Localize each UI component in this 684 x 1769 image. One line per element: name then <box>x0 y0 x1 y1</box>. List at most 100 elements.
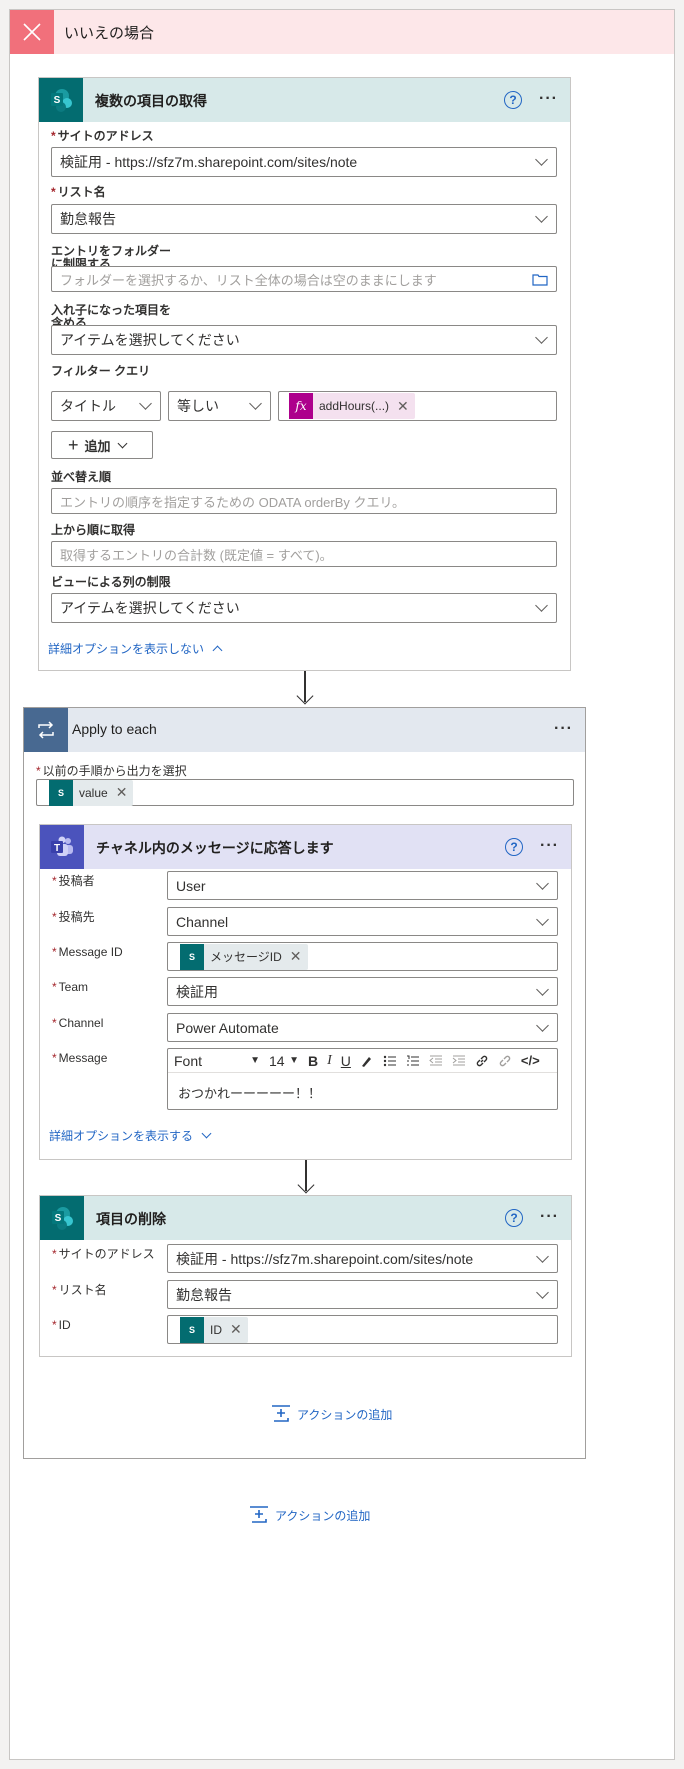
view-limit-dropdown[interactable]: アイテムを選択してください <box>51 593 557 623</box>
teams-reply-header[interactable]: T チャネル内のメッセージに応答します ? ··· <box>40 825 571 869</box>
value-token[interactable]: S value ✕ <box>49 779 134 806</box>
teams-icon: T <box>40 825 84 869</box>
arrow-down-icon <box>296 687 314 705</box>
expression-token[interactable]: fx addHours(...) ✕ <box>289 393 415 419</box>
no-branch-container: いいえの場合 S 複数の項目の取得 ? ··· * サイトのアドレス 検証用 - … <box>9 9 675 1760</box>
link-icon[interactable] <box>475 1054 489 1068</box>
font-size-select[interactable]: 14 ▼ <box>269 1053 299 1069</box>
filter-operator-dropdown[interactable]: 等しい <box>168 391 271 421</box>
help-icon[interactable]: ? <box>505 1209 523 1227</box>
remove-token-icon[interactable]: ✕ <box>397 398 409 415</box>
font-family-select[interactable]: Font ▼ <box>174 1053 260 1069</box>
chevron-down-icon <box>536 983 549 996</box>
numbered-list-icon[interactable] <box>406 1055 420 1067</box>
post-in-dropdown[interactable]: Channel <box>167 907 558 936</box>
no-branch-title: いいえの場合 <box>64 25 155 42</box>
id-token[interactable]: S ID ✕ <box>180 1316 248 1343</box>
code-view-icon[interactable]: </> <box>521 1053 540 1068</box>
message-label: * Message <box>52 1051 108 1065</box>
more-options-icon[interactable]: ··· <box>539 90 558 108</box>
increase-indent-icon[interactable] <box>452 1055 466 1067</box>
chevron-down-icon <box>139 397 152 410</box>
sharepoint-icon: S <box>49 779 73 806</box>
italic-icon[interactable]: I <box>327 1053 332 1069</box>
select-output-label: * 以前の手順から出力を選択 <box>36 764 187 778</box>
order-by-input[interactable]: エントリの順序を指定するための ODATA orderBy クエリ。 <box>51 488 557 514</box>
chevron-down-icon <box>201 1128 212 1139</box>
loop-icon <box>24 708 68 752</box>
message-id-input[interactable]: S メッセージID ✕ <box>167 942 558 971</box>
top-count-input[interactable]: 取得するエントリの合計数 (既定値 = すべて)。 <box>51 541 557 567</box>
delete-item-card: S 項目の削除 ? ··· * サイトのアドレス 検証用 - https://sf… <box>39 1195 572 1357</box>
apply-to-each-container: Apply to each ··· * 以前の手順から出力を選択 S value … <box>23 707 586 1459</box>
hide-advanced-options-link[interactable]: 詳細オプションを表示しない <box>48 640 223 657</box>
chevron-up-icon <box>212 645 223 656</box>
fx-icon: fx <box>289 393 313 419</box>
svg-text:S: S <box>55 1213 62 1224</box>
chevron-down-icon <box>536 1286 549 1299</box>
add-action-button-inner[interactable]: アクションの追加 <box>271 1404 392 1424</box>
chevron-down-icon <box>536 1019 549 1032</box>
more-options-icon[interactable]: ··· <box>540 1208 559 1226</box>
select-output-input[interactable]: S value ✕ <box>36 779 574 806</box>
add-filter-button[interactable]: + 追加 <box>51 431 153 459</box>
site-address-label: * サイトのアドレス <box>52 1247 155 1261</box>
channel-label: * Channel <box>52 1016 104 1030</box>
sharepoint-icon: S <box>40 1196 84 1240</box>
get-items-title: 複数の項目の取得 <box>95 93 207 109</box>
svg-text:T: T <box>54 843 60 854</box>
poster-dropdown[interactable]: User <box>167 871 558 900</box>
message-id-token[interactable]: S メッセージID ✕ <box>180 943 308 970</box>
chevron-down-icon <box>535 599 548 612</box>
chevron-down-icon <box>249 397 262 410</box>
chevron-down-icon <box>535 153 548 166</box>
sharepoint-icon: S <box>180 1316 204 1343</box>
remove-token-icon[interactable]: ✕ <box>290 948 302 965</box>
no-branch-header[interactable]: いいえの場合 <box>10 10 674 54</box>
site-address-dropdown[interactable]: 検証用 - https://sfz7m.sharepoint.com/sites… <box>167 1244 558 1273</box>
site-address-dropdown[interactable]: 検証用 - https://sfz7m.sharepoint.com/sites… <box>51 147 557 177</box>
team-dropdown[interactable]: 検証用 <box>167 977 558 1006</box>
add-action-icon <box>250 1506 268 1523</box>
message-body[interactable]: おつかれーーーーー！！ <box>178 1083 321 1102</box>
channel-dropdown[interactable]: Power Automate <box>167 1013 558 1042</box>
id-input[interactable]: S ID ✕ <box>167 1315 558 1344</box>
get-items-header[interactable]: S 複数の項目の取得 ? ··· <box>39 78 570 122</box>
remove-token-icon[interactable]: ✕ <box>116 784 128 801</box>
get-items-card: S 複数の項目の取得 ? ··· * サイトのアドレス 検証用 - https:/… <box>38 77 571 671</box>
close-icon <box>10 10 54 54</box>
folder-input[interactable]: フォルダーを選択するか、リスト全体の場合は空のままにします <box>51 266 557 292</box>
underline-icon[interactable]: U <box>341 1053 351 1069</box>
poster-label: * 投稿者 <box>52 874 95 888</box>
id-label: * ID <box>52 1318 71 1332</box>
sharepoint-icon: S <box>39 78 83 122</box>
list-name-dropdown[interactable]: 勤怠報告 <box>51 204 557 234</box>
decrease-indent-icon[interactable] <box>429 1055 443 1067</box>
list-name-dropdown[interactable]: 勤怠報告 <box>167 1280 558 1309</box>
more-options-icon[interactable]: ··· <box>540 837 559 855</box>
unlink-icon[interactable] <box>498 1054 512 1068</box>
filter-value-input[interactable]: fx addHours(...) ✕ <box>278 391 557 421</box>
show-advanced-options-link[interactable]: 詳細オプションを表示する <box>49 1127 212 1144</box>
nested-items-dropdown[interactable]: アイテムを選択してください <box>51 325 557 355</box>
bulleted-list-icon[interactable] <box>383 1055 397 1067</box>
bold-icon[interactable]: B <box>308 1053 318 1069</box>
more-options-icon[interactable]: ··· <box>554 720 573 738</box>
top-count-label: 上から順に取得 <box>51 523 136 537</box>
plus-icon: + <box>68 434 79 455</box>
highlight-icon[interactable] <box>360 1054 374 1068</box>
remove-token-icon[interactable]: ✕ <box>230 1321 242 1338</box>
add-action-icon <box>272 1405 290 1422</box>
chevron-down-icon <box>536 877 549 890</box>
add-action-button-outer[interactable]: アクションの追加 <box>249 1505 370 1525</box>
filter-field-dropdown[interactable]: タイトル <box>51 391 161 421</box>
delete-item-header[interactable]: S 項目の削除 ? ··· <box>40 1196 571 1240</box>
chevron-down-icon <box>535 210 548 223</box>
list-name-label: * リスト名 <box>51 185 106 199</box>
chevron-down-icon <box>536 913 549 926</box>
folder-icon[interactable] <box>532 273 548 286</box>
apply-to-each-header[interactable]: Apply to each ··· <box>24 708 585 752</box>
message-editor[interactable]: Font ▼ 14 ▼ B I U </> おつかれーーーーー！！ <box>167 1048 558 1110</box>
help-icon[interactable]: ? <box>504 91 522 109</box>
help-icon[interactable]: ? <box>505 838 523 856</box>
